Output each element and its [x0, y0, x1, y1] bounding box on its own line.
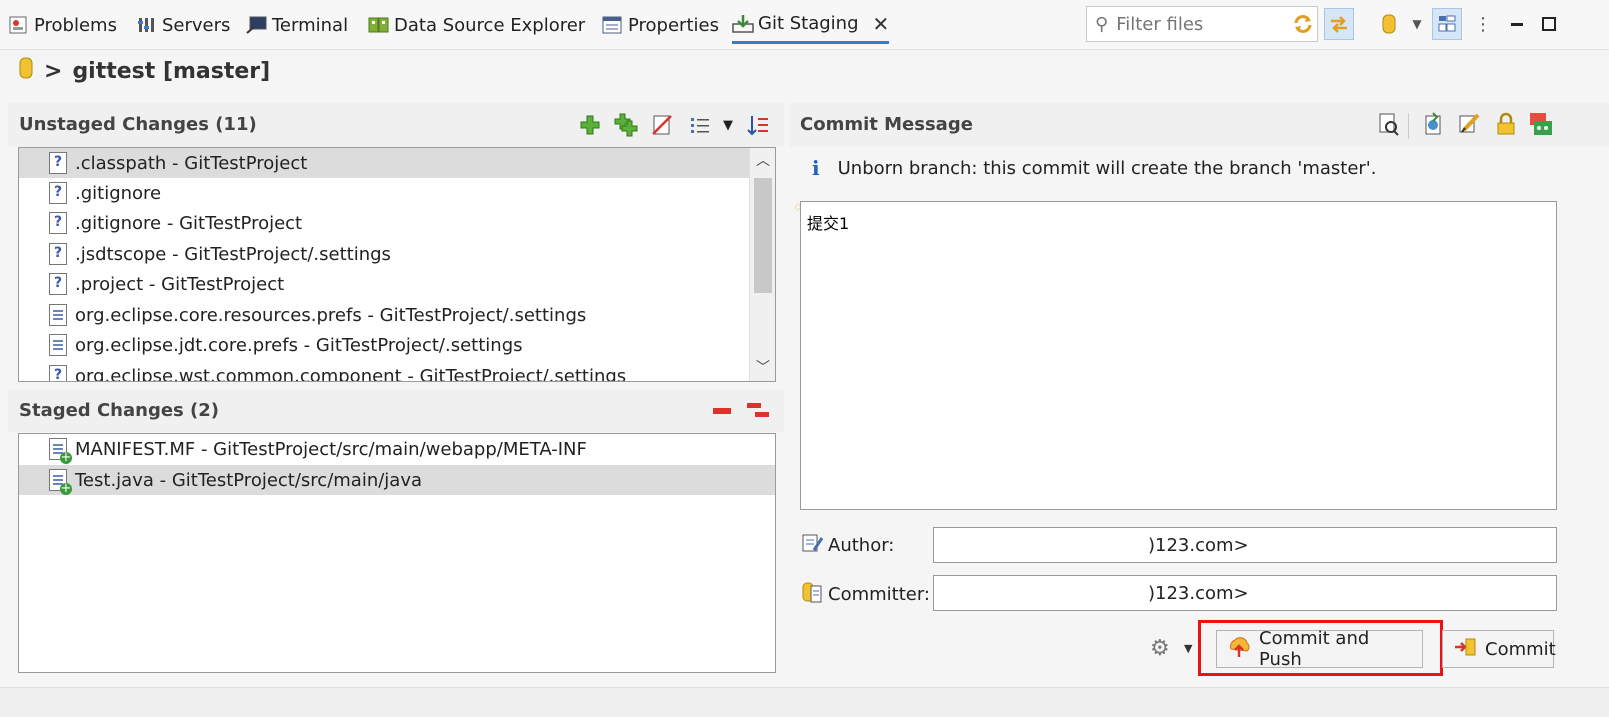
scroll-up-icon[interactable]: ︿	[750, 148, 775, 174]
view-menu-icon[interactable]: ⋮	[1468, 8, 1498, 40]
git-staging-icon	[732, 14, 754, 34]
presentation-layout-icon[interactable]	[1432, 8, 1462, 40]
amend-icon[interactable]	[1422, 112, 1446, 136]
committer-icon	[802, 580, 824, 609]
committer-label: Committer:	[802, 580, 930, 609]
unknown-file-icon	[49, 182, 67, 204]
repository-heading: > gittest [master]	[18, 55, 270, 87]
commit-icon	[1453, 636, 1477, 663]
tab-git-staging[interactable]: Git Staging ✕	[732, 6, 890, 44]
unknown-file-icon	[49, 243, 67, 265]
database-explorer-icon	[368, 15, 389, 35]
added-file-icon	[49, 469, 72, 495]
tab-properties[interactable]: Properties	[602, 6, 719, 44]
filter-files-input-wrapper[interactable]: ⚲	[1086, 6, 1318, 42]
list-item[interactable]: .jsdtscope - GitTestProject/.settings	[19, 239, 775, 269]
info-text: Unborn branch: this commit will create t…	[837, 157, 1377, 179]
unknown-file-icon	[49, 365, 67, 381]
stage-all-icon[interactable]	[614, 113, 638, 137]
tab-terminal[interactable]: Terminal	[246, 6, 348, 44]
properties-icon	[602, 15, 622, 35]
scrollbar-thumb[interactable]	[754, 178, 772, 293]
tab-data-source-explorer[interactable]: Data Source Explorer	[368, 6, 585, 44]
text-file-icon	[49, 334, 67, 356]
tab-servers[interactable]: Servers	[136, 6, 230, 44]
status-bar	[0, 687, 1609, 717]
unknown-file-icon	[49, 212, 67, 234]
list-item[interactable]: .classpath - GitTestProject	[19, 148, 775, 178]
filter-files-input[interactable]	[1114, 12, 1295, 36]
list-item[interactable]: org.eclipse.wst.common.component - GitTe…	[19, 361, 775, 381]
list-item[interactable]: org.eclipse.jdt.core.prefs - GitTestProj…	[19, 330, 775, 360]
unstaged-title: Unstaged Changes (11)	[19, 114, 257, 135]
list-view-icon[interactable]	[688, 113, 712, 137]
problems-icon	[8, 15, 28, 35]
text-file-icon	[49, 304, 67, 326]
unknown-file-icon	[49, 273, 67, 295]
close-tab-icon[interactable]: ✕	[873, 12, 890, 36]
chevron-down-icon[interactable]: ▼	[1402, 8, 1432, 40]
minimize-icon[interactable]	[1502, 8, 1532, 40]
sort-icon[interactable]	[746, 113, 770, 137]
servers-icon	[136, 15, 156, 35]
unknown-file-icon	[49, 152, 67, 174]
commit-message-title: Commit Message	[800, 114, 973, 135]
commit-and-push-button[interactable]: Commit and Push	[1216, 628, 1423, 670]
commit-message-editor[interactable]: 提交1	[800, 201, 1557, 510]
info-icon: i	[812, 156, 820, 180]
list-item[interactable]: Test.java - GitTestProject/src/main/java	[19, 465, 775, 495]
terminal-icon	[246, 15, 267, 35]
link-selection-icon[interactable]	[1324, 8, 1354, 40]
repository-name: gittest [master]	[72, 58, 271, 84]
list-item[interactable]: .gitignore	[19, 178, 775, 208]
signed-off-icon[interactable]	[1458, 112, 1482, 136]
commit-header: Commit Message	[790, 103, 1609, 147]
author-label: Author:	[802, 532, 894, 559]
repository-icon	[18, 55, 34, 87]
sash-divider[interactable]	[786, 103, 790, 683]
refresh-icon[interactable]	[1288, 8, 1318, 40]
gear-icon[interactable]: ⚙	[1150, 636, 1170, 661]
commit-message-input[interactable]: 提交1	[801, 202, 1556, 509]
change-id-icon[interactable]	[1528, 112, 1552, 136]
staged-list[interactable]: MANIFEST.MF - GitTestProject/src/main/we…	[18, 433, 776, 673]
added-file-icon	[49, 438, 72, 464]
scroll-down-icon[interactable]: ﹀	[750, 355, 775, 381]
list-item[interactable]: .gitignore - GitTestProject	[19, 208, 775, 238]
toolbar-separator	[1408, 113, 1409, 139]
lock-icon[interactable]	[1494, 112, 1518, 136]
staged-title: Staged Changes (2)	[19, 400, 219, 421]
chevron-down-icon[interactable]: ▼	[716, 113, 740, 137]
unstaged-list[interactable]: .classpath - GitTestProject .gitignore .…	[18, 147, 776, 382]
unstage-icon[interactable]	[710, 399, 734, 423]
vertical-scrollbar[interactable]: ︿ ﹀	[749, 148, 775, 381]
staged-header: Staged Changes (2)	[8, 390, 784, 432]
committer-field[interactable]: )123.com>	[933, 575, 1557, 611]
compare-icon[interactable]	[1376, 112, 1400, 136]
unstage-all-icon[interactable]	[746, 399, 770, 423]
search-icon: ⚲	[1095, 13, 1109, 35]
list-item[interactable]: MANIFEST.MF - GitTestProject/src/main/we…	[19, 434, 775, 464]
ignore-file-icon[interactable]	[650, 113, 674, 137]
list-item[interactable]: org.eclipse.core.resources.prefs - GitTe…	[19, 300, 775, 330]
repository-icon[interactable]	[1374, 8, 1404, 40]
view-tab-bar: Problems Servers Terminal Data Source Ex…	[0, 0, 1609, 50]
chevron-down-icon[interactable]: ▼	[1184, 642, 1192, 655]
push-upload-icon	[1227, 635, 1251, 664]
maximize-icon[interactable]	[1534, 8, 1564, 40]
list-item[interactable]: .project - GitTestProject	[19, 269, 775, 299]
author-field[interactable]: )123.com>	[933, 527, 1557, 563]
commit-button[interactable]: Commit	[1442, 630, 1556, 668]
unstaged-header: Unstaged Changes (11) ▼	[8, 103, 784, 147]
stage-add-icon[interactable]	[578, 113, 602, 137]
info-banner: i Unborn branch: this commit will create…	[812, 155, 1376, 181]
tab-problems[interactable]: Problems	[8, 6, 117, 44]
author-icon	[802, 532, 824, 559]
